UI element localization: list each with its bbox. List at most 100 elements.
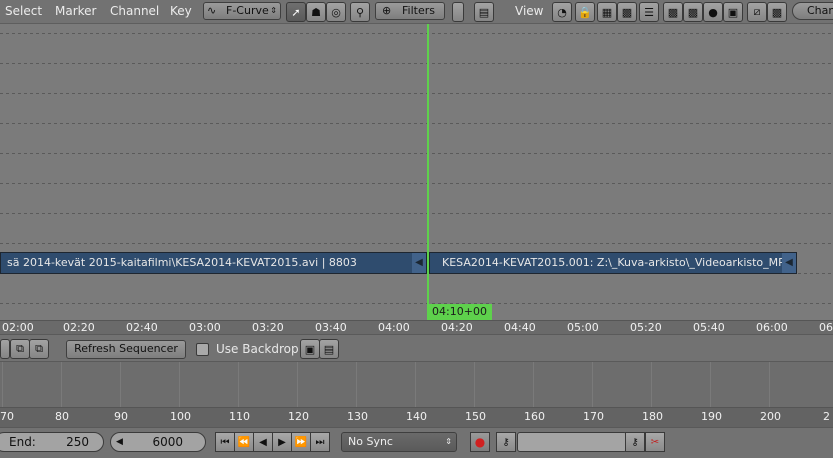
paste-icon[interactable]: ⧉: [29, 339, 49, 359]
timeline-area[interactable]: [0, 362, 833, 407]
time-tick: 04:40: [504, 321, 536, 334]
frame-tick: 90: [114, 410, 128, 423]
frame-tick: 110: [229, 410, 250, 423]
strip-handle-right[interactable]: ◀: [412, 253, 426, 273]
strip-handle-right[interactable]: ◀: [782, 253, 796, 273]
time-tick: 03:20: [252, 321, 284, 334]
checker-icon[interactable]: ▩: [617, 2, 637, 22]
time-tick: 05:00: [567, 321, 599, 334]
keying-set-field[interactable]: [517, 432, 627, 452]
play-icon[interactable]: ▶: [272, 432, 292, 452]
updown-icon: ⇕: [445, 437, 452, 446]
end-value: 250: [66, 435, 89, 449]
menu-marker[interactable]: Marker: [55, 4, 96, 18]
frame-tick: 80: [55, 410, 69, 423]
filters-button[interactable]: ⊕ Filters: [375, 2, 445, 20]
clapper-icon[interactable]: ▤: [319, 339, 339, 359]
jump-start-icon[interactable]: ⏮: [215, 432, 235, 452]
record-icon[interactable]: ●: [470, 432, 490, 452]
magnifier-icon[interactable]: ⚲: [350, 2, 370, 22]
frame-ruler[interactable]: 70 80 90 100 110 120 130 140 150 160 170…: [0, 407, 833, 427]
time-tick: 02:00: [2, 321, 34, 334]
menu-key[interactable]: Key: [170, 4, 192, 18]
grid-line: [2, 362, 3, 407]
ghost-icon[interactable]: ☗: [306, 2, 326, 22]
grid-line: [592, 362, 593, 407]
time-tick: 04:00: [378, 321, 410, 334]
strip-icon[interactable]: ▦: [597, 2, 617, 22]
sync-value: No Sync: [348, 435, 393, 448]
frame-tick: 100: [170, 410, 191, 423]
time-tick: 06: [819, 321, 833, 334]
list-icon[interactable]: ☰: [639, 2, 659, 22]
menu-channel[interactable]: Channel: [110, 4, 159, 18]
current-frame-field[interactable]: ◀ 6000: [110, 432, 206, 452]
channel-dropdown[interactable]: Chan: [792, 2, 833, 20]
grid-line: [0, 243, 833, 244]
use-backdrop-label: Use Backdrop: [216, 342, 299, 356]
partial-icon[interactable]: [0, 339, 10, 359]
playhead[interactable]: [427, 24, 429, 320]
jump-prev-key-icon[interactable]: ⏪: [234, 432, 254, 452]
frame-tick: 130: [347, 410, 368, 423]
menu-select[interactable]: Select: [5, 4, 42, 18]
sequencer-type-icon[interactable]: ▤: [474, 2, 494, 22]
fcurve-label: F-Curve: [226, 4, 269, 17]
grid-line: [0, 153, 833, 154]
movie-strip-selected[interactable]: KESA2014-KEVAT2015.001: Z:\_Kuva-arkisto…: [429, 252, 797, 274]
grid-line: [179, 362, 180, 407]
grid-line: [0, 213, 833, 214]
current-frame-label: 04:10+00: [427, 304, 492, 320]
checker3-icon[interactable]: ▩: [683, 2, 703, 22]
keying-set-icon[interactable]: ⚷: [496, 432, 516, 452]
chevron-left-icon: ◀: [116, 437, 123, 447]
delete-keyframe-icon[interactable]: ✂: [645, 432, 665, 452]
sync-dropdown[interactable]: No Sync ⇕: [341, 432, 457, 452]
grid-line: [0, 123, 833, 124]
play-reverse-icon[interactable]: ◀: [253, 432, 273, 452]
time-tick: 03:40: [315, 321, 347, 334]
time-tick: 02:20: [63, 321, 95, 334]
time-tick: 05:40: [693, 321, 725, 334]
frame-tick: 70: [0, 410, 14, 423]
toggle-icon[interactable]: [452, 2, 464, 22]
sequencer-header: ⧉ ⧉ Refresh Sequencer Use Backdrop ▣ ▤: [0, 334, 833, 362]
pie-icon[interactable]: ◔: [552, 2, 572, 22]
time-ruler[interactable]: 02:00 02:20 02:40 03:00 03:20 03:40 04:0…: [0, 320, 833, 334]
movie-strip[interactable]: sä 2014-kevät 2015-kaitafilmi\KESA2014-K…: [0, 252, 427, 274]
fcurve-dropdown[interactable]: ∿ F-Curve ⇕: [203, 2, 281, 20]
grid-line: [769, 362, 770, 407]
checker4-icon[interactable]: ▩: [767, 2, 787, 22]
time-tick: 05:20: [630, 321, 662, 334]
frame-tick: 150: [465, 410, 486, 423]
diagonal-icon[interactable]: ⧄: [747, 2, 767, 22]
sequencer-area[interactable]: sä 2014-kevät 2015-kaitafilmi\KESA2014-K…: [0, 24, 833, 320]
camera-icon[interactable]: ▣: [300, 339, 320, 359]
insert-keyframe-icon[interactable]: ⚷: [625, 432, 645, 452]
jump-next-key-icon[interactable]: ⏩: [291, 432, 311, 452]
refresh-sequencer-button[interactable]: Refresh Sequencer: [66, 340, 186, 359]
image-icon[interactable]: ▣: [723, 2, 743, 22]
circle-icon[interactable]: ●: [703, 2, 723, 22]
grid-line: [0, 183, 833, 184]
grid-line: [474, 362, 475, 407]
strip-label: sä 2014-kevät 2015-kaitafilmi\KESA2014-K…: [7, 256, 357, 269]
grid-line: [0, 303, 833, 304]
lock-icon[interactable]: 🔒: [575, 2, 595, 22]
jump-end-icon[interactable]: ⏭: [310, 432, 330, 452]
checker2-icon[interactable]: ▩: [663, 2, 683, 22]
time-tick: 02:40: [126, 321, 158, 334]
frame-tick: 200: [760, 410, 781, 423]
frame-tick: 170: [583, 410, 604, 423]
target-icon[interactable]: ◎: [326, 2, 346, 22]
end-frame-field[interactable]: End: 250: [0, 432, 104, 452]
copy-icon[interactable]: ⧉: [10, 339, 30, 359]
strip-label: KESA2014-KEVAT2015.001: Z:\_Kuva-arkisto…: [442, 256, 797, 269]
refresh-label: Refresh Sequencer: [74, 342, 178, 355]
use-backdrop-checkbox[interactable]: [196, 343, 209, 356]
fcurve-icon: ∿: [207, 4, 217, 17]
time-tick: 03:00: [189, 321, 221, 334]
menu-view[interactable]: View: [515, 4, 543, 18]
cursor-icon[interactable]: ➚: [286, 2, 306, 22]
grid-line: [415, 362, 416, 407]
